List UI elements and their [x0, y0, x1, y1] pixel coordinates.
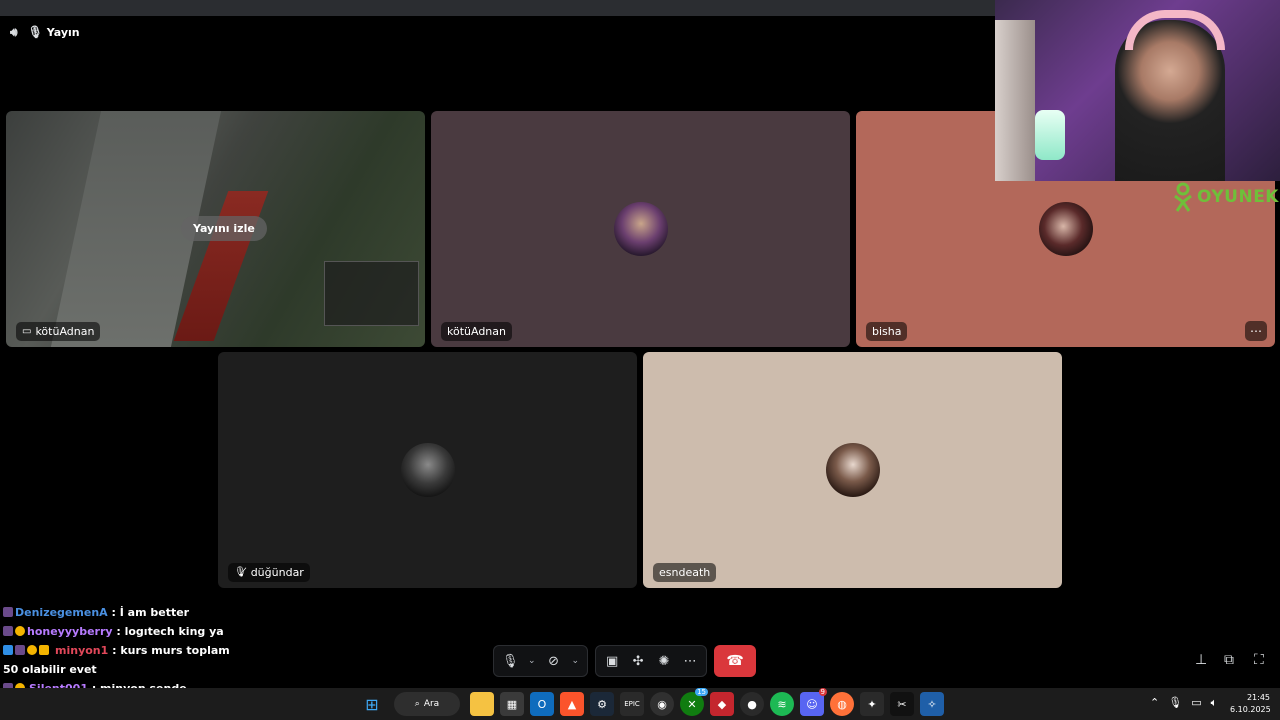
- activities-icon[interactable]: ✣: [630, 654, 646, 669]
- chat-text: : kurs murs toplam 50 olabilir evet: [3, 644, 230, 676]
- clock-time: 21:45: [1246, 693, 1270, 702]
- brand-logo: OYUNEKS: [1172, 182, 1280, 212]
- watch-stream-button[interactable]: Yayını izle: [181, 216, 267, 241]
- badge-icon: [15, 626, 25, 636]
- chat-message: minyon1 : kurs murs toplam 50 olabilir e…: [3, 641, 233, 679]
- participant-tile-dugundar[interactable]: 🎙︎̸ düğündar: [218, 352, 637, 588]
- system-tray: ⌃ 🎙︎ ▭ 🔈︎: [1150, 696, 1217, 710]
- avatar: [825, 443, 880, 497]
- participant-tile-esndeath[interactable]: esndeath: [643, 352, 1062, 588]
- chat-user: minyon1: [55, 644, 109, 657]
- pin-icon[interactable]: ⊥: [1195, 652, 1207, 668]
- webcam-headset: [1125, 10, 1225, 50]
- chat-user: DenizegemenA: [15, 606, 108, 619]
- store-icon[interactable]: ▦: [500, 692, 524, 716]
- tile-name-label: bisha: [866, 322, 908, 341]
- soundboard-icon[interactable]: ✺: [656, 654, 672, 669]
- epic-games-icon[interactable]: EPIC: [620, 692, 644, 716]
- participant-name: kötüAdnan: [447, 325, 506, 338]
- screen-share-icon: ▭: [22, 326, 32, 337]
- system-clock[interactable]: 21:45 6.10.2025: [1230, 692, 1271, 716]
- outlook-icon[interactable]: O: [530, 692, 554, 716]
- clock-date: 6.10.2025: [1230, 705, 1271, 714]
- more-options-icon[interactable]: ⋯: [1245, 321, 1267, 341]
- chevron-down-icon[interactable]: ⌄: [528, 656, 536, 666]
- microphone-tray-icon[interactable]: 🎙︎: [1168, 696, 1182, 710]
- screen-share-icon[interactable]: ▣: [604, 654, 620, 669]
- chat-text: : İ am better: [107, 606, 190, 619]
- badge-icon: [3, 607, 13, 617]
- fullscreen-icon[interactable]: ⛶: [1254, 652, 1264, 668]
- chevron-up-icon[interactable]: ⌃: [1150, 696, 1159, 710]
- spotify-icon[interactable]: ≋: [770, 692, 794, 716]
- brand-text: OYUNEKS: [1197, 187, 1280, 207]
- xbox-icon[interactable]: ✕ 15: [680, 688, 708, 716]
- media-controls-group: 🎙︎ ⌄ ⊘ ⌄: [493, 645, 589, 677]
- microphone-icon[interactable]: 🎙︎: [502, 654, 519, 669]
- notification-badge: 9: [818, 688, 827, 696]
- mic-small-icon: 🎙︎: [27, 25, 43, 39]
- davinci-icon[interactable]: ✦: [860, 692, 884, 716]
- speaker-icon[interactable]: 🔊︎: [10, 25, 18, 40]
- participant-tile-kotuadnan[interactable]: kötüAdnan: [431, 111, 850, 347]
- stream-preview-hud: [324, 261, 419, 326]
- participant-name: kötüAdnan: [35, 325, 95, 338]
- tile-name-label: 🎙︎̸ düğündar: [228, 563, 310, 582]
- notification-badge: 15: [695, 688, 708, 696]
- activity-controls-group: ▣ ✣ ✺ ⋯: [595, 645, 708, 677]
- participant-name: bisha: [872, 325, 902, 338]
- chevron-down-icon[interactable]: ⌄: [572, 656, 580, 666]
- capcut-icon[interactable]: ✂: [890, 692, 914, 716]
- chat-user: honeyyyberry: [27, 625, 113, 638]
- brand-figure-icon: [1174, 182, 1192, 212]
- steam-icon[interactable]: ⚙︎: [590, 692, 614, 716]
- avatar: [400, 443, 455, 497]
- badge-icon: [27, 645, 37, 655]
- obs-icon[interactable]: ◉: [650, 692, 674, 716]
- webcam-microphone: [1035, 110, 1065, 160]
- search-icon: ⌕: [414, 699, 420, 709]
- chat-message: honeyyyberry : logıtech king ya: [3, 622, 233, 641]
- tile-name-label: ▭ kötüAdnan: [16, 322, 101, 341]
- webcam-chair: [995, 20, 1035, 181]
- file-explorer-icon[interactable]: [470, 692, 494, 716]
- badge-icon: [15, 645, 25, 655]
- brave-browser-icon[interactable]: ▲: [560, 692, 584, 716]
- discord-icon[interactable]: ☺ 9: [800, 688, 827, 716]
- search-box[interactable]: ⌕ Ara: [394, 692, 460, 716]
- participant-name: düğündar: [250, 566, 304, 579]
- tile-name-label: esndeath: [653, 563, 717, 582]
- popout-icon[interactable]: ⧉: [1224, 652, 1234, 668]
- firefox-icon[interactable]: ◍: [830, 692, 854, 716]
- volume-icon[interactable]: 🔈︎: [1211, 696, 1218, 710]
- github-icon[interactable]: ●: [740, 692, 764, 716]
- stream-title-group: 🎙︎ Yayın: [28, 25, 80, 39]
- camera-off-icon[interactable]: ⊘: [546, 654, 562, 669]
- webcam-overlay: [995, 0, 1280, 181]
- badge-icon: [3, 626, 13, 636]
- call-controls: 🎙︎ ⌄ ⊘ ⌄ ▣ ✣ ✺ ⋯ ☎︎: [493, 645, 757, 677]
- badge-icon: [39, 645, 49, 655]
- chat-message: DenizegemenA : İ am better: [3, 603, 233, 622]
- tile-name-label: kötüAdnan: [441, 322, 512, 341]
- mic-muted-icon: 🎙︎̸: [234, 567, 247, 578]
- avatar: [613, 202, 668, 256]
- search-label: Ara: [423, 699, 440, 709]
- red-app-icon[interactable]: ◆: [710, 692, 734, 716]
- call-header: 🔊︎ 🎙︎ Yayın: [0, 16, 995, 48]
- phone-hangup-icon: ☎︎: [726, 653, 744, 669]
- stream-title: Yayın: [46, 25, 80, 39]
- badge-icon: [3, 645, 13, 655]
- windows-taskbar: ⊞ ⌕ Ara ▦ O ▲ ⚙︎ EPIC ◉ ✕ 15 ◆ ● ≋ ☺ 9 ◍ ✦…: [0, 688, 1280, 720]
- more-options-icon[interactable]: ⋯: [682, 654, 698, 669]
- taskbar-apps: ⊞ ⌕ Ara ▦ O ▲ ⚙︎ EPIC ◉ ✕ 15 ◆ ● ≋ ☺ 9 ◍ ✦…: [360, 688, 944, 716]
- participant-name: esndeath: [659, 566, 711, 579]
- network-app-icon[interactable]: ✧: [920, 692, 944, 716]
- network-icon[interactable]: ▭: [1191, 696, 1201, 710]
- chat-text: : logıtech king ya: [112, 625, 224, 638]
- windows-start-icon[interactable]: ⊞: [360, 692, 384, 716]
- stream-tile-kotuadnan[interactable]: Yayını izle ▭ kötüAdnan: [6, 111, 425, 347]
- avatar: [1038, 202, 1093, 256]
- disconnect-button[interactable]: ☎︎: [714, 645, 757, 677]
